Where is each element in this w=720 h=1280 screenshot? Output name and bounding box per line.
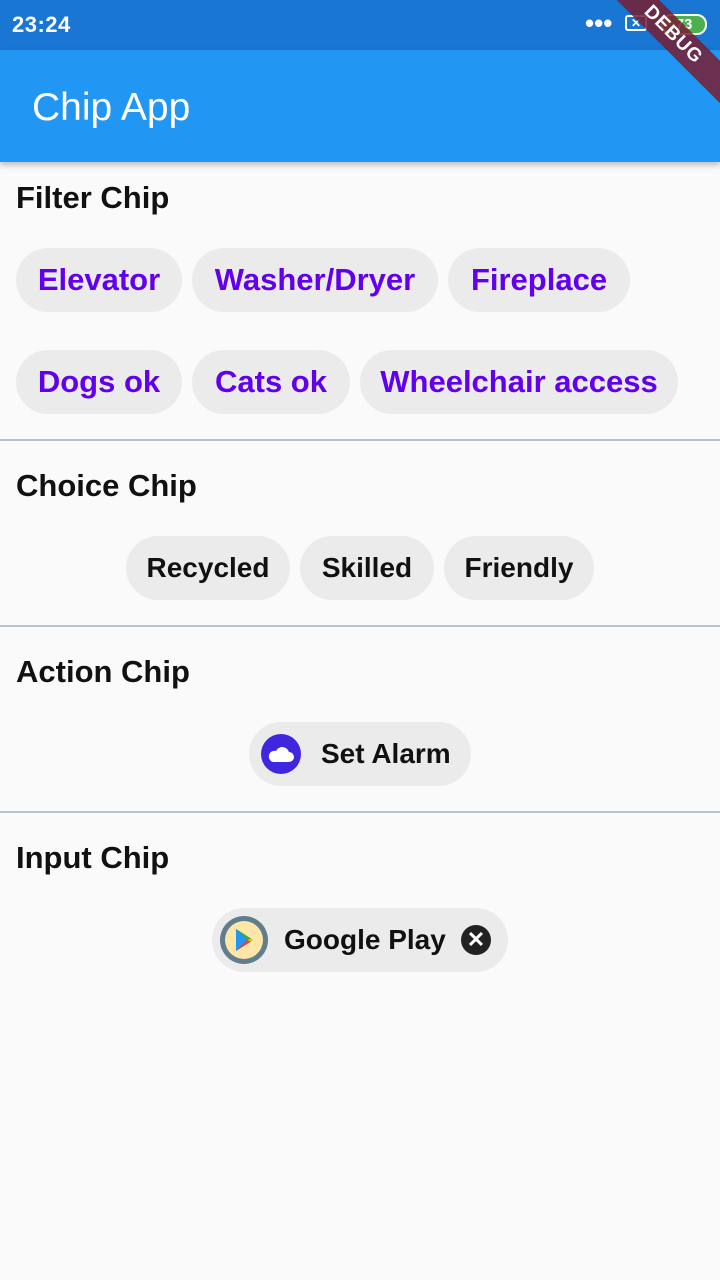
status-time: 23:24 <box>12 12 71 37</box>
filter-chip-elevator[interactable]: Elevator <box>16 248 182 312</box>
filter-chip-cats-ok[interactable]: Cats ok <box>192 350 350 414</box>
set-alarm-label: Set Alarm <box>321 738 451 769</box>
app-bar: Chip App <box>0 50 720 162</box>
cloud-icon <box>261 734 301 774</box>
filter-chip-fireplace[interactable]: Fireplace <box>448 248 630 312</box>
divider <box>0 811 720 813</box>
close-icon[interactable]: ✕ <box>461 925 491 955</box>
filter-chip-washer-dryer[interactable]: Washer/Dryer <box>192 248 438 312</box>
choice-chip-skilled[interactable]: Skilled <box>300 536 434 600</box>
app-title: Chip App <box>32 86 191 129</box>
google-play-label: Google Play <box>284 924 446 955</box>
choice-chip-recycled[interactable]: Recycled <box>126 536 290 600</box>
input-chip-title: Input Chip <box>16 840 170 875</box>
status-bar: 23:24 ••• ✕ 73 <box>0 0 720 50</box>
choice-chip-friendly[interactable]: Friendly <box>444 536 594 600</box>
filter-chip-dogs-ok[interactable]: Dogs ok <box>16 350 182 414</box>
filter-chip-wheelchair-access[interactable]: Wheelchair access <box>360 350 678 414</box>
more-notifications-icon: ••• <box>585 8 613 38</box>
set-alarm-chip[interactable]: Set Alarm <box>249 722 471 786</box>
divider <box>0 625 720 627</box>
google-play-icon <box>220 916 268 964</box>
divider <box>0 439 720 441</box>
filter-chip-title: Filter Chip <box>16 180 170 215</box>
google-play-chip[interactable]: Google Play ✕ <box>212 908 508 972</box>
choice-chip-title: Choice Chip <box>16 468 197 503</box>
action-chip-title: Action Chip <box>16 654 190 689</box>
